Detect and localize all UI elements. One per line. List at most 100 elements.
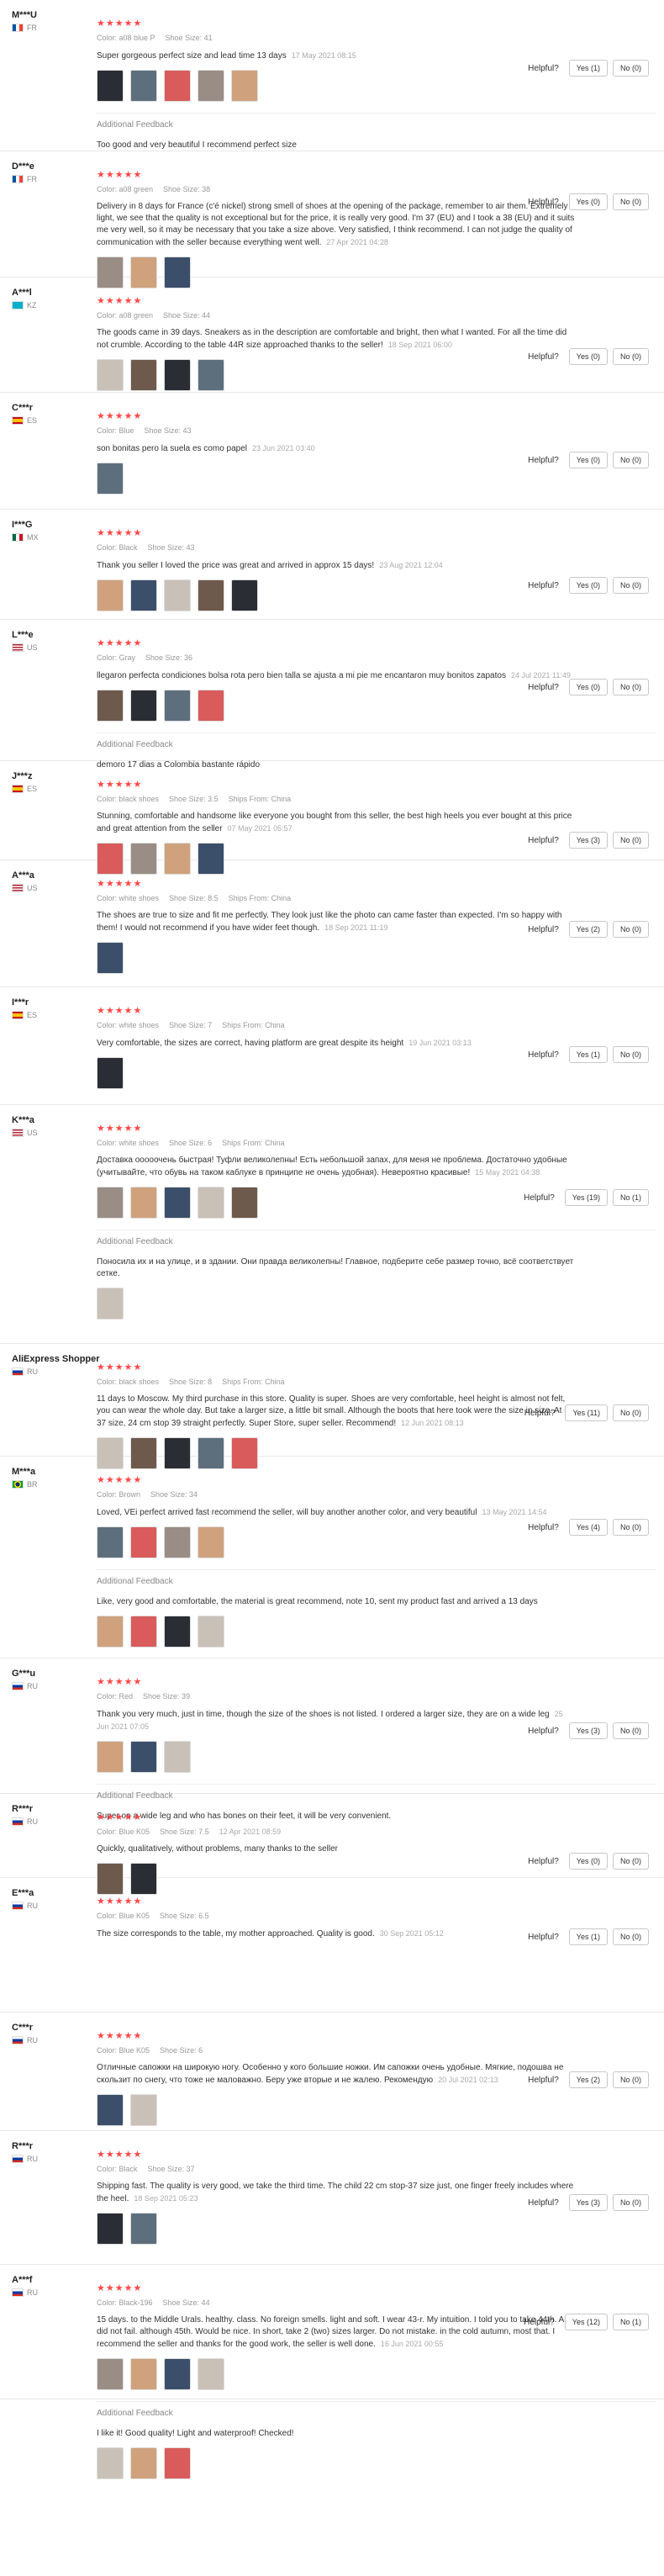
helpful-yes-button[interactable]: Yes (0) — [568, 679, 608, 696]
additional-feedback-photos — [97, 2446, 656, 2480]
review-photo-thumbnail[interactable] — [164, 1741, 191, 1773]
reviewer-country: RU — [12, 1367, 96, 1376]
review-photo-thumbnail[interactable] — [164, 1616, 191, 1648]
review-photo-thumbnail[interactable] — [97, 70, 124, 102]
review-photo-thumbnail[interactable] — [164, 2447, 191, 2479]
review-photo-thumbnail[interactable] — [97, 2094, 124, 2126]
helpful-yes-button[interactable]: Yes (3) — [568, 2194, 608, 2211]
review-photo-thumbnail[interactable] — [97, 579, 124, 611]
review-photo-thumbnail[interactable] — [231, 579, 258, 611]
review-photo-thumbnail[interactable] — [130, 70, 157, 102]
helpful-no-button[interactable]: No (0) — [612, 1404, 649, 1421]
helpful-no-button[interactable]: No (0) — [612, 1722, 649, 1739]
helpful-no-button[interactable]: No (0) — [612, 193, 649, 210]
review-card: A***f RU ★★★★★ Color: Black-196 Shoe Size: 4… — [0, 2265, 664, 2479]
review-photo-thumbnail[interactable] — [97, 1741, 124, 1773]
review-photo-thumbnail[interactable] — [130, 1616, 157, 1648]
star-rating: ★★★★★ — [97, 638, 143, 648]
review-photo-thumbnail[interactable] — [97, 1187, 124, 1219]
review-photo-thumbnail[interactable] — [198, 359, 224, 391]
helpful-no-button[interactable]: No (0) — [612, 1046, 649, 1063]
helpful-no-button[interactable]: No (0) — [612, 60, 649, 77]
review-photo-thumbnail[interactable] — [97, 690, 124, 722]
review-photo-thumbnail[interactable] — [97, 942, 124, 974]
review-card: M***U FR ★★★★★ Color: a08 blue P Shoe Size: … — [0, 0, 664, 151]
helpful-no-button[interactable]: No (0) — [612, 1928, 649, 1945]
helpful-yes-button[interactable]: Yes (11) — [565, 1404, 608, 1421]
helpful-yes-button[interactable]: Yes (2) — [568, 2071, 608, 2088]
review-photo-thumbnail[interactable] — [198, 70, 224, 102]
helpful-votes: Helpful? Yes (1) No (0) — [528, 60, 649, 77]
reviewer-country: FR — [12, 24, 96, 32]
helpful-yes-button[interactable]: Yes (3) — [568, 1722, 608, 1739]
review-photo-thumbnail[interactable] — [231, 1187, 258, 1219]
helpful-no-button[interactable]: No (0) — [612, 2194, 649, 2211]
helpful-yes-button[interactable]: Yes (2) — [568, 921, 608, 938]
review-photo-thumbnail[interactable] — [97, 1057, 124, 1089]
helpful-no-button[interactable]: No (0) — [612, 452, 649, 468]
review-photo-thumbnail[interactable] — [130, 2094, 157, 2126]
reviewer-info: D***e FR — [12, 161, 96, 183]
helpful-yes-button[interactable]: Yes (12) — [564, 2314, 608, 2330]
helpful-yes-button[interactable]: Yes (19) — [564, 1189, 608, 1206]
review-photo-thumbnail[interactable] — [97, 463, 124, 495]
review-photo-thumbnail[interactable] — [231, 70, 258, 102]
helpful-yes-button[interactable]: Yes (1) — [568, 60, 608, 77]
review-photo-thumbnail[interactable] — [198, 1526, 224, 1558]
helpful-yes-button[interactable]: Yes (3) — [568, 832, 608, 849]
attribute-0: Color: Brown — [97, 1490, 141, 1499]
helpful-yes-button[interactable]: Yes (0) — [568, 193, 608, 210]
review-photo-thumbnail[interactable] — [164, 1526, 191, 1558]
reviewer-name: A***f — [12, 2275, 33, 2285]
helpful-no-button[interactable]: No (1) — [612, 1189, 649, 1206]
review-photo-thumbnail[interactable] — [97, 1526, 124, 1558]
review-photo-thumbnail[interactable] — [198, 2358, 224, 2390]
review-photo-thumbnail[interactable] — [97, 2358, 124, 2390]
helpful-no-button[interactable]: No (0) — [612, 1519, 649, 1536]
additional-feedback-photos — [97, 1615, 656, 1648]
helpful-yes-button[interactable]: Yes (0) — [568, 452, 608, 468]
review-photo-thumbnail[interactable] — [130, 2213, 157, 2245]
helpful-yes-button[interactable]: Yes (0) — [568, 348, 608, 365]
helpful-no-button[interactable]: No (0) — [612, 679, 649, 696]
review-photo-thumbnail[interactable] — [130, 1526, 157, 1558]
review-card: AliExpress Shopper RU ★★★★★ Color: black sh… — [0, 1344, 664, 1469]
review-photo-thumbnail[interactable] — [130, 1741, 157, 1773]
helpful-no-button[interactable]: No (0) — [612, 921, 649, 938]
review-photo-thumbnail[interactable] — [97, 1616, 124, 1648]
helpful-yes-button[interactable]: Yes (1) — [568, 1046, 608, 1063]
review-photo-thumbnail[interactable] — [198, 1187, 224, 1219]
helpful-no-button[interactable]: No (1) — [612, 2314, 649, 2330]
helpful-yes-button[interactable]: Yes (0) — [568, 577, 608, 594]
review-photo-thumbnail[interactable] — [130, 579, 157, 611]
helpful-no-button[interactable]: No (0) — [612, 348, 649, 365]
review-photo-thumbnail[interactable] — [97, 2213, 124, 2245]
review-photo-thumbnail[interactable] — [164, 2358, 191, 2390]
review-photo-thumbnail[interactable] — [164, 70, 191, 102]
review-photo-thumbnail[interactable] — [130, 690, 157, 722]
review-photo-thumbnail[interactable] — [198, 1616, 224, 1648]
review-photo-thumbnail[interactable] — [97, 1288, 124, 1320]
helpful-no-button[interactable]: No (0) — [612, 1853, 649, 1870]
review-photo-thumbnail[interactable] — [130, 2447, 157, 2479]
review-photo-thumbnail[interactable] — [97, 359, 124, 391]
helpful-yes-button[interactable]: Yes (1) — [568, 1928, 608, 1945]
review-photo-thumbnail[interactable] — [130, 1187, 157, 1219]
review-photo-thumbnail[interactable] — [97, 2447, 124, 2479]
helpful-yes-button[interactable]: Yes (4) — [568, 1519, 608, 1536]
review-photo-thumbnail[interactable] — [130, 2358, 157, 2390]
review-photo-thumbnail[interactable] — [164, 359, 191, 391]
review-photo-thumbnail[interactable] — [164, 579, 191, 611]
attribute-2: Ships From: China — [222, 1139, 285, 1147]
review-photo-thumbnail[interactable] — [198, 690, 224, 722]
review-photo-thumbnail[interactable] — [164, 690, 191, 722]
attribute-1: Shoe Size: 37 — [147, 2165, 195, 2173]
helpful-no-button[interactable]: No (0) — [612, 2071, 649, 2088]
review-photo-thumbnail[interactable] — [198, 579, 224, 611]
helpful-yes-button[interactable]: Yes (0) — [568, 1853, 608, 1870]
review-photo-thumbnail[interactable] — [164, 1187, 191, 1219]
helpful-no-button[interactable]: No (0) — [612, 832, 649, 849]
review-photo-thumbnail[interactable] — [130, 359, 157, 391]
helpful-votes: Helpful? Yes (2) No (0) — [528, 2071, 649, 2088]
helpful-no-button[interactable]: No (0) — [612, 577, 649, 594]
